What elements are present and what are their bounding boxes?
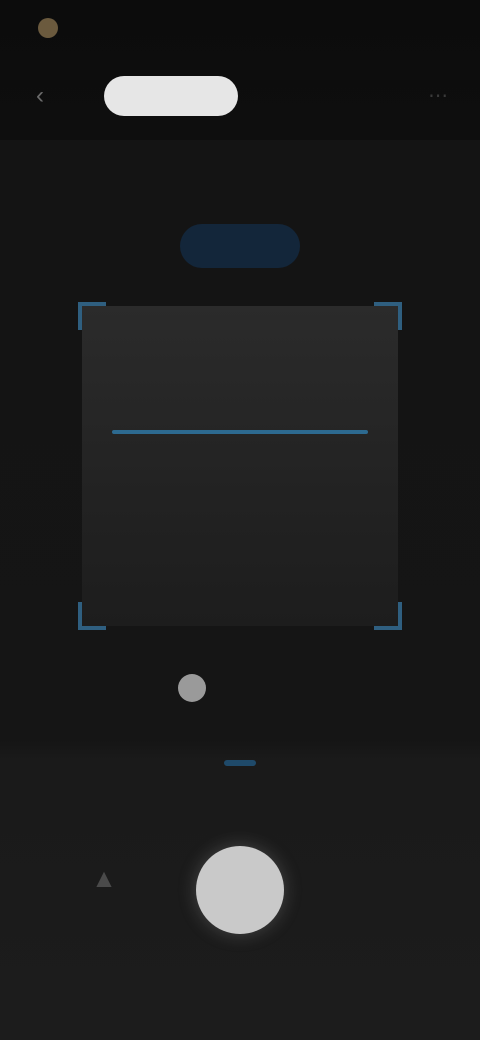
top-bar: ‹ ⋯ [0,60,480,132]
gallery-icon: ▲ [91,863,117,893]
flashlight-icon [178,674,206,702]
scan-line [112,430,368,434]
flashlight-toggle[interactable] [172,670,308,706]
tab-active[interactable] [104,76,238,116]
back-arrow-icon[interactable]: ‹ [24,80,56,112]
notification-icon [38,18,58,38]
frame-corner-top-right [374,302,402,330]
scan-frame [78,302,402,630]
shutter-button[interactable] [196,846,284,934]
frame-corner-bottom-right [374,602,402,630]
tab-inactive[interactable] [250,76,362,116]
frame-corner-top-left [78,302,106,330]
gallery-button[interactable]: ▲ [76,856,132,912]
scan-hint [180,224,300,268]
more-icon[interactable]: ⋯ [424,82,452,110]
frame-corner-bottom-left [78,602,106,630]
status-bar [0,0,480,56]
mode-indicator [224,760,256,766]
scanner-screen: ‹ ⋯ ▲ [0,0,480,1040]
